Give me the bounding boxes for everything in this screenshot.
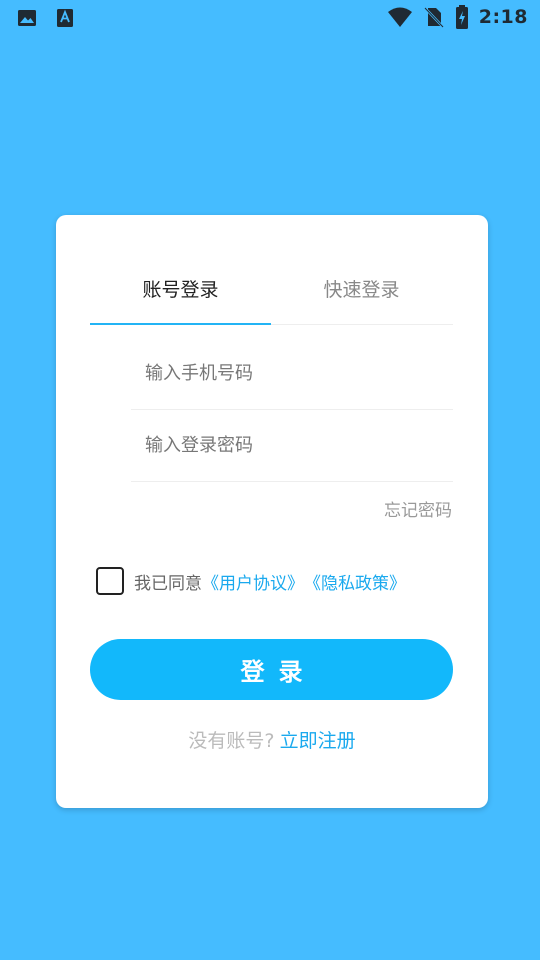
battery-charging-icon: [455, 5, 469, 29]
wifi-icon: [387, 6, 413, 28]
agree-checkbox[interactable]: [96, 567, 124, 595]
agree-label: 我已同意: [134, 573, 202, 594]
active-tab-indicator: [90, 323, 271, 325]
register-link[interactable]: 立即注册: [280, 730, 356, 752]
password-input[interactable]: [131, 410, 453, 481]
no-sim-icon: [423, 6, 445, 28]
text-a-icon: [55, 8, 75, 28]
user-agreement-link[interactable]: 《用户协议》: [202, 569, 304, 594]
privacy-policy-link[interactable]: 《隐私政策》: [304, 569, 406, 594]
phone-input[interactable]: [131, 338, 453, 409]
phone-field: [131, 338, 453, 410]
status-time: 2:18: [478, 6, 528, 28]
tab-account-login[interactable]: 账号登录: [90, 267, 271, 325]
agreement-row: 我已同意 《用户协议》 《隐私政策》: [96, 567, 406, 595]
status-left: [17, 8, 75, 28]
password-field: [131, 410, 453, 482]
image-icon: [17, 8, 37, 28]
status-right: 2:18: [387, 5, 528, 29]
login-tabs: 账号登录 快速登录: [90, 267, 453, 325]
status-bar: 2:18: [0, 0, 540, 36]
no-account-label: 没有账号?: [188, 730, 275, 752]
forgot-password-link[interactable]: 忘记密码: [384, 496, 452, 521]
tab-quick-login[interactable]: 快速登录: [271, 267, 452, 325]
register-row: 没有账号? 立即注册: [56, 726, 488, 753]
login-card: 账号登录 快速登录 忘记密码 我已同意 《用户协议》 《隐私政策》 登录 没有账…: [56, 215, 488, 808]
login-button[interactable]: 登录: [90, 639, 453, 700]
